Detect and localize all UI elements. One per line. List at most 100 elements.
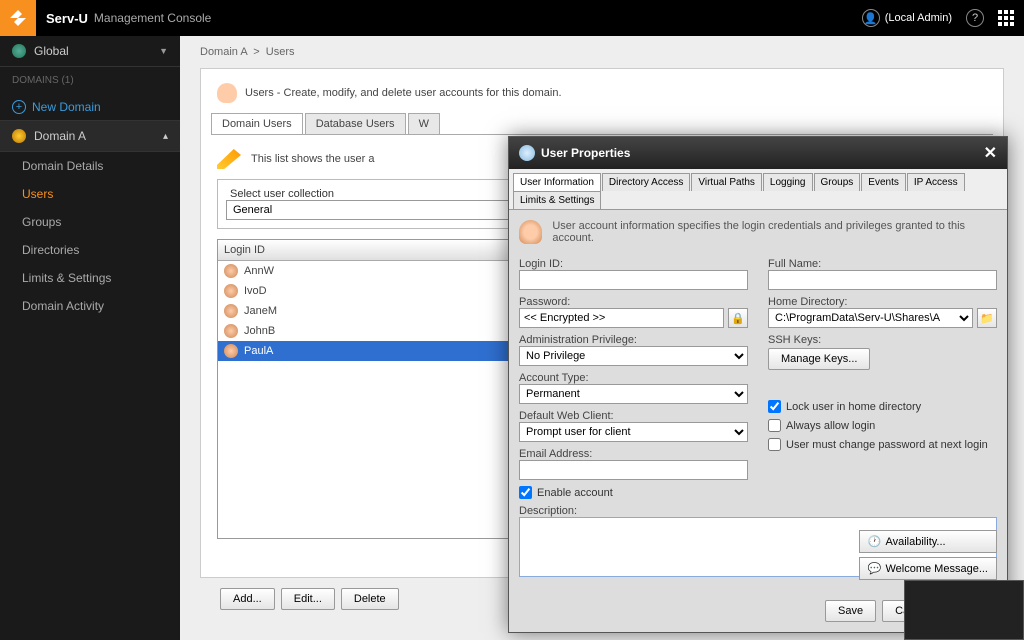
breadcrumb-domain[interactable]: Domain A xyxy=(200,46,247,58)
description-label: Description: xyxy=(519,505,997,517)
enable-account-checkbox[interactable] xyxy=(519,486,532,499)
manage-keys-button[interactable]: Manage Keys... xyxy=(768,348,870,370)
app-subtitle: Management Console xyxy=(94,11,211,25)
default-web-label: Default Web Client: xyxy=(519,410,748,422)
panel-tabs: Domain Users Database Users W xyxy=(211,113,993,135)
sidebar-item-directories[interactable]: Directories xyxy=(0,236,180,264)
tab-other[interactable]: W xyxy=(408,113,440,134)
breadcrumb-page: Users xyxy=(266,46,295,58)
admin-priv-label: Administration Privilege: xyxy=(519,334,748,346)
sidebar: Global ▼ DOMAINS (1) + New Domain Domain… xyxy=(0,36,180,640)
sidebar-item-users[interactable]: Users xyxy=(0,180,180,208)
content-area: Domain A > Users Users - Create, modify,… xyxy=(180,36,1024,640)
must-change-checkbox[interactable] xyxy=(768,438,781,451)
admin-priv-select[interactable]: No Privilege xyxy=(519,346,748,366)
sidebar-global[interactable]: Global ▼ xyxy=(0,36,180,67)
close-icon[interactable]: ✕ xyxy=(984,143,997,163)
users-icon xyxy=(217,83,237,103)
home-dir-select[interactable]: C:\ProgramData\Serv-U\Shares\A xyxy=(768,308,973,328)
modal-tab-virtual[interactable]: Virtual Paths xyxy=(691,173,762,191)
clock-icon: 🕐 xyxy=(868,535,882,548)
app-logo xyxy=(0,0,36,36)
modal-tabs: User Information Directory Access Virtua… xyxy=(509,169,1007,210)
globe-icon xyxy=(12,44,26,58)
pencil-icon xyxy=(217,149,241,169)
modal-tab-user-info[interactable]: User Information xyxy=(513,173,601,191)
collection-legend: Select user collection xyxy=(226,188,338,200)
apps-grid-icon[interactable] xyxy=(998,10,1014,26)
modal-tab-groups[interactable]: Groups xyxy=(814,173,861,191)
home-dir-label: Home Directory: xyxy=(768,296,997,308)
always-login-checkbox[interactable] xyxy=(768,419,781,432)
tab-domain-users[interactable]: Domain Users xyxy=(211,113,303,134)
lock-user-checkbox[interactable] xyxy=(768,400,781,413)
delete-button[interactable]: Delete xyxy=(341,588,399,610)
domain-icon xyxy=(12,129,26,143)
sidebar-domain[interactable]: Domain A ▴ xyxy=(0,120,180,152)
password-label: Password: xyxy=(519,296,748,308)
user-menu[interactable]: 👤 (Local Admin) xyxy=(862,9,952,27)
chevron-up-icon: ▴ xyxy=(163,131,168,142)
modal-tab-directory[interactable]: Directory Access xyxy=(602,173,690,191)
panel-title: Users - Create, modify, and delete user … xyxy=(245,87,562,99)
full-name-input[interactable] xyxy=(768,270,997,290)
availability-button[interactable]: 🕐Availability... xyxy=(859,530,997,553)
enable-account-label: Enable account xyxy=(537,487,613,499)
sidebar-item-limits[interactable]: Limits & Settings xyxy=(0,264,180,292)
user-row-icon xyxy=(224,264,238,278)
password-input[interactable] xyxy=(519,308,724,328)
default-web-select[interactable]: Prompt user for client xyxy=(519,422,748,442)
account-type-select[interactable]: Permanent xyxy=(519,384,748,404)
modal-tab-logging[interactable]: Logging xyxy=(763,173,813,191)
save-button[interactable]: Save xyxy=(825,600,876,622)
sidebar-item-activity[interactable]: Domain Activity xyxy=(0,292,180,320)
modal-titlebar: User Properties ✕ xyxy=(509,137,1007,169)
user-properties-modal: User Properties ✕ User Information Direc… xyxy=(508,136,1008,633)
add-button[interactable]: Add... xyxy=(220,588,275,610)
modal-title-icon xyxy=(519,145,535,161)
email-input[interactable] xyxy=(519,460,748,480)
full-name-label: Full Name: xyxy=(768,258,997,270)
login-id-label: Login ID: xyxy=(519,258,748,270)
login-id-input[interactable] xyxy=(519,270,748,290)
breadcrumb: Domain A > Users xyxy=(180,36,1024,68)
password-lock-icon[interactable]: 🔒 xyxy=(728,308,748,328)
tab-hint: This list shows the user a xyxy=(251,153,375,165)
always-login-label: Always allow login xyxy=(786,420,875,432)
welcome-message-button[interactable]: 💬Welcome Message... xyxy=(859,557,997,580)
tab-database-users[interactable]: Database Users xyxy=(305,113,406,134)
app-title: Serv-U xyxy=(46,11,88,26)
modal-title-text: User Properties xyxy=(541,146,630,160)
lock-user-label: Lock user in home directory xyxy=(786,401,921,413)
email-label: Email Address: xyxy=(519,448,748,460)
new-domain-button[interactable]: + New Domain xyxy=(0,94,180,120)
modal-tab-limits[interactable]: Limits & Settings xyxy=(513,191,601,209)
account-type-label: Account Type: xyxy=(519,372,748,384)
modal-user-icon xyxy=(519,220,542,244)
user-row-icon xyxy=(224,344,238,358)
modal-tab-ip[interactable]: IP Access xyxy=(907,173,965,191)
edit-button[interactable]: Edit... xyxy=(281,588,335,610)
user-row-icon xyxy=(224,304,238,318)
new-domain-label: New Domain xyxy=(32,100,101,114)
modal-tab-events[interactable]: Events xyxy=(861,173,906,191)
sidebar-item-domain-details[interactable]: Domain Details xyxy=(0,152,180,180)
message-icon: 💬 xyxy=(868,562,882,575)
caret-down-icon: ▼ xyxy=(159,46,168,56)
browse-folder-icon[interactable]: 📁 xyxy=(977,308,997,328)
user-label: (Local Admin) xyxy=(885,12,952,24)
help-icon[interactable]: ? xyxy=(966,9,984,27)
sidebar-item-groups[interactable]: Groups xyxy=(0,208,180,236)
must-change-label: User must change password at next login xyxy=(786,439,988,451)
user-icon: 👤 xyxy=(862,9,880,27)
topbar: Serv-U Management Console 👤 (Local Admin… xyxy=(0,0,1024,36)
modal-hint-text: User account information specifies the l… xyxy=(552,220,997,244)
domains-section-label: DOMAINS (1) xyxy=(0,67,180,94)
plus-icon: + xyxy=(12,100,26,114)
domain-name-label: Domain A xyxy=(34,129,86,143)
sidebar-global-label: Global xyxy=(34,44,69,58)
user-row-icon xyxy=(224,324,238,338)
ssh-keys-label: SSH Keys: xyxy=(768,334,997,346)
user-row-icon xyxy=(224,284,238,298)
mini-preview xyxy=(904,580,1024,640)
